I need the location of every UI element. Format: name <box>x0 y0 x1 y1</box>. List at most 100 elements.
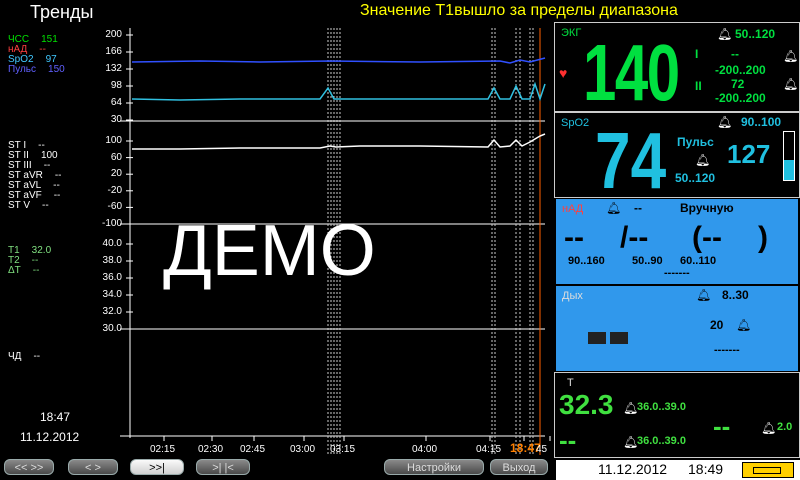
heart-icon: ♥ <box>559 65 568 81</box>
summary-label: ST V <box>8 200 31 211</box>
summary-value: -- <box>33 351 41 362</box>
x-tick-label: 02:45 <box>240 444 265 455</box>
summary-row: ΔT -- <box>8 266 51 276</box>
scroll-step-button[interactable]: < > <box>68 459 118 475</box>
delta-bell-icon: 🔔︎ <box>761 421 777 435</box>
pulse-value: 127 <box>727 139 771 169</box>
x-tick-label: 02:15 <box>150 444 175 455</box>
nibp-panel[interactable]: нАД 🔔︎ -- Вручную -- /-- (-- ) 90..160 5… <box>556 199 798 284</box>
summary-value: -- <box>43 160 51 171</box>
delta-temp-range: 2.0 <box>777 421 793 433</box>
summary-value: -- <box>32 265 40 276</box>
pulse-bell-icon: 🔔︎ <box>695 153 711 167</box>
nibp-sys-range: 90..160 <box>568 255 605 267</box>
nibp-alarm-value: -- <box>634 201 642 215</box>
temp2-value: -- <box>559 425 577 455</box>
nibp-dia: /-- <box>620 221 649 254</box>
scroll-fast-button[interactable]: << >> <box>4 459 54 475</box>
demo-watermark: ДЕМО <box>163 211 376 291</box>
axis-tick-label: 38.0 <box>102 255 122 266</box>
ecg-label: ЭКГ <box>561 27 582 39</box>
resp-bell-icon: 🔔︎ <box>696 288 712 302</box>
spo2-label: SpO2 <box>561 117 590 129</box>
axis-tick-label: 40.0 <box>102 238 122 249</box>
nibp-map-close: ) <box>758 221 768 254</box>
axis-tick-label: 20 <box>110 168 122 180</box>
nibp-dia-range: 50..90 <box>632 255 663 267</box>
zoom-button[interactable]: >| |< <box>196 459 250 475</box>
resp-value-bar1 <box>588 332 606 344</box>
summary-value: 150 <box>48 64 65 75</box>
summary-label: ΔT <box>8 265 21 276</box>
axis-tick-label: 98 <box>110 80 122 91</box>
x-tick-label: 03:00 <box>290 444 315 455</box>
summary-row: ЧД -- <box>8 352 40 362</box>
temp-summary-group: T1 32.0 T2 -- ΔT -- <box>8 246 51 276</box>
temp-bell-icon: 🔔︎ <box>623 401 639 415</box>
hr-trend-line <box>131 57 546 64</box>
resp-range: 8..30 <box>722 288 749 302</box>
st1-bell-icon: 🔔︎ <box>783 49 799 63</box>
resp-value-bar2 <box>610 332 628 344</box>
ecg-panel[interactable]: ЭКГ ♥ 140 🔔︎ 50..120 I -- 🔔︎ -200..200 I… <box>554 22 800 117</box>
axis-tick-label: -20 <box>107 184 122 196</box>
summary-row: ST V -- <box>8 201 62 211</box>
temp-panel[interactable]: T 32.3 🔔︎ 36.0..39.0 -- 🔔︎ 36.0..39.0 --… <box>554 372 800 458</box>
x-tick-label: 02:30 <box>198 444 223 455</box>
trend-date: 11.12.2012 <box>20 430 80 444</box>
st-summary-group: ST I -- ST II 100 ST III -- ST aVR -- ST aVL -- ST… <box>8 141 62 211</box>
temp-range2: 36.0..39.0 <box>637 435 686 447</box>
nibp-sys: -- <box>564 221 584 254</box>
axis-tick-label: 100 <box>105 135 122 146</box>
resp-alarm-bell-icon: 🔔︎ <box>736 318 752 332</box>
goto-end-button[interactable]: >>| <box>130 459 184 475</box>
ecg-st1-range: -200..200 <box>715 63 766 77</box>
pulse-label: Пульс <box>677 135 714 149</box>
footer-time: 18:49 <box>688 461 724 477</box>
summary-value: -- <box>39 44 46 55</box>
resp-label: Дых <box>562 290 583 302</box>
resp-alarm-low: 20 <box>710 318 724 332</box>
x-tick-label: 04:15 <box>476 444 501 455</box>
spo2-value: 74 <box>595 116 667 205</box>
delta-temp-value: -- <box>713 411 731 441</box>
exit-button[interactable]: Выход <box>490 459 548 475</box>
resp-time-dashes: ------- <box>714 344 740 356</box>
temp2-bell-icon: 🔔︎ <box>623 435 639 449</box>
axis-tick-label: 64 <box>110 97 122 108</box>
resp-panel[interactable]: Дых 🔔︎ 8..30 20 🔔︎ ------- <box>556 286 798 371</box>
st2-bell-icon: 🔔︎ <box>783 77 799 91</box>
ecg-lead2: II <box>695 79 702 93</box>
axis-tick-label: 132 <box>105 63 122 74</box>
axis-tick-label: -100 <box>101 218 122 229</box>
axis-tick-label: 36.0 <box>102 272 122 283</box>
ecg-alarm-range: 50..120 <box>735 27 776 41</box>
axis-tick-label: 30 <box>110 114 122 125</box>
vitals-summary-group1: ЧСС 151 нАД -- SpO2 97 Пульс 150 <box>8 35 65 75</box>
summary-value: -- <box>53 190 61 201</box>
resp-summary-group: ЧД -- <box>8 352 40 362</box>
perfusion-bar <box>783 131 795 181</box>
summary-row: Пульс 150 <box>8 65 65 75</box>
axis-tick-label: 30.0 <box>102 323 122 334</box>
spo2-trend-line <box>131 81 546 102</box>
spo2-bell-icon: 🔔︎ <box>717 115 733 129</box>
trend-time: 18:47 <box>40 410 71 424</box>
spo2-panel[interactable]: SpO2 74 🔔︎ 90..100 Пульс 🔔︎ 127 50..120 <box>554 112 800 205</box>
x-tick-label: 04:00 <box>412 444 437 455</box>
ecg-st2-range: -200..200 <box>715 91 766 105</box>
nibp-mode: Вручную <box>680 201 734 215</box>
axis-tick-label: 166 <box>105 46 122 57</box>
ecg-st2: 72 <box>731 77 745 91</box>
axis-tick-label: 200 <box>105 29 122 40</box>
summary-value: -- <box>42 200 49 211</box>
settings-button[interactable]: Настройки <box>384 459 484 475</box>
axis-tick-label: 60 <box>110 151 122 163</box>
axis-tick-label: 32.0 <box>102 306 122 317</box>
pulse-range: 50..120 <box>675 171 716 185</box>
ecg-st1: -- <box>731 47 739 61</box>
ecg-hr-value: 140 <box>583 28 680 117</box>
st-trend-line <box>132 133 546 150</box>
battery-icon <box>742 462 794 478</box>
axis-tick-label: 34.0 <box>102 289 122 300</box>
